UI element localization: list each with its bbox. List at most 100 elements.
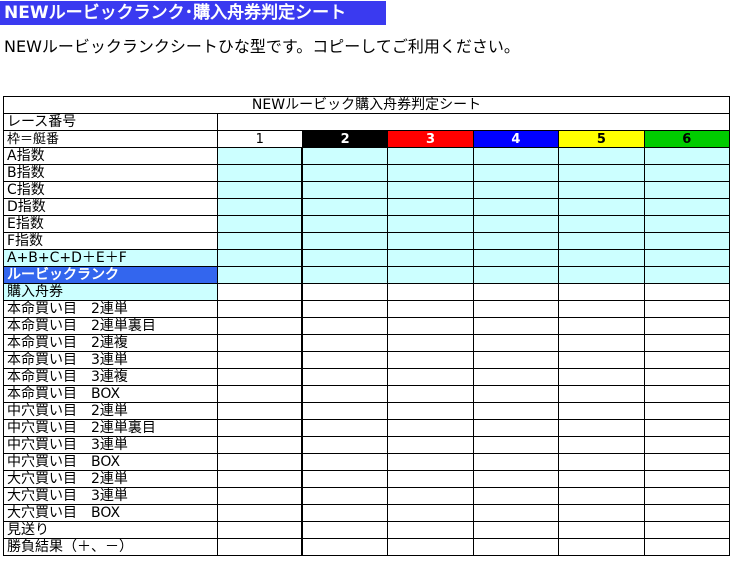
data-cell[interactable]	[643, 283, 730, 301]
data-cell[interactable]	[301, 300, 389, 318]
data-cell[interactable]	[472, 300, 560, 318]
data-cell[interactable]	[643, 470, 730, 488]
data-cell[interactable]	[472, 198, 560, 216]
data-cell[interactable]	[643, 453, 730, 471]
data-cell[interactable]	[643, 266, 730, 284]
data-cell[interactable]	[558, 181, 645, 199]
data-cell[interactable]	[387, 521, 474, 539]
data-cell[interactable]	[301, 334, 389, 352]
data-cell[interactable]	[216, 266, 304, 284]
data-cell[interactable]	[643, 164, 730, 182]
data-cell[interactable]	[558, 453, 645, 471]
data-cell[interactable]	[301, 164, 389, 182]
data-cell[interactable]	[472, 249, 560, 267]
data-cell[interactable]	[301, 419, 389, 437]
data-cell[interactable]	[387, 351, 474, 369]
data-cell[interactable]	[387, 198, 474, 216]
data-cell[interactable]	[472, 147, 560, 165]
data-cell[interactable]	[301, 453, 389, 471]
data-cell[interactable]	[301, 385, 389, 403]
data-cell[interactable]	[643, 147, 730, 165]
data-cell[interactable]	[216, 538, 304, 556]
data-cell[interactable]	[643, 334, 730, 352]
data-cell[interactable]	[301, 436, 389, 454]
data-cell[interactable]	[558, 198, 645, 216]
data-cell[interactable]	[301, 232, 389, 250]
data-cell[interactable]	[558, 385, 645, 403]
data-cell[interactable]	[558, 504, 645, 522]
data-cell[interactable]	[472, 487, 560, 505]
data-cell[interactable]	[301, 487, 389, 505]
data-cell[interactable]	[472, 402, 560, 420]
data-cell[interactable]	[216, 317, 304, 335]
data-cell[interactable]	[216, 147, 304, 165]
data-cell[interactable]	[558, 487, 645, 505]
data-cell[interactable]	[472, 351, 560, 369]
data-cell[interactable]	[216, 215, 304, 233]
data-cell[interactable]	[558, 317, 645, 335]
data-cell[interactable]	[387, 181, 474, 199]
data-cell[interactable]	[643, 232, 730, 250]
data-cell[interactable]	[387, 453, 474, 471]
data-cell[interactable]	[643, 504, 730, 522]
data-cell[interactable]	[301, 504, 389, 522]
data-cell[interactable]	[558, 436, 645, 454]
data-cell[interactable]	[216, 385, 304, 403]
data-cell[interactable]	[387, 283, 474, 301]
data-cell[interactable]	[558, 249, 645, 267]
data-cell[interactable]	[216, 181, 304, 199]
data-cell[interactable]	[216, 351, 304, 369]
data-cell[interactable]	[472, 215, 560, 233]
data-cell[interactable]	[387, 436, 474, 454]
data-cell[interactable]	[301, 249, 389, 267]
data-cell[interactable]	[387, 317, 474, 335]
data-cell[interactable]	[558, 147, 645, 165]
data-cell[interactable]	[472, 283, 560, 301]
data-cell[interactable]	[472, 334, 560, 352]
data-cell[interactable]	[216, 164, 304, 182]
data-cell[interactable]	[387, 300, 474, 318]
data-cell[interactable]	[643, 181, 730, 199]
data-cell[interactable]	[216, 198, 304, 216]
data-cell[interactable]	[558, 521, 645, 539]
data-cell[interactable]	[216, 470, 304, 488]
data-cell[interactable]	[387, 419, 474, 437]
data-cell[interactable]	[643, 215, 730, 233]
data-cell[interactable]	[643, 249, 730, 267]
data-cell[interactable]	[387, 249, 474, 267]
data-cell[interactable]	[387, 215, 474, 233]
data-cell[interactable]	[472, 419, 560, 437]
data-cell[interactable]	[643, 317, 730, 335]
data-cell[interactable]	[216, 402, 304, 420]
data-cell[interactable]	[558, 538, 645, 556]
data-cell[interactable]	[472, 470, 560, 488]
data-cell[interactable]	[472, 317, 560, 335]
data-cell[interactable]	[216, 232, 304, 250]
data-cell[interactable]	[216, 453, 304, 471]
data-cell[interactable]	[472, 181, 560, 199]
data-cell[interactable]	[558, 419, 645, 437]
data-cell[interactable]	[216, 436, 304, 454]
data-cell[interactable]	[387, 164, 474, 182]
data-cell[interactable]	[472, 521, 560, 539]
data-cell[interactable]	[301, 521, 389, 539]
data-cell[interactable]	[301, 402, 389, 420]
data-cell[interactable]	[301, 266, 389, 284]
data-cell[interactable]	[472, 385, 560, 403]
data-cell[interactable]	[472, 453, 560, 471]
data-cell[interactable]	[216, 504, 304, 522]
data-cell[interactable]	[558, 215, 645, 233]
data-cell[interactable]	[643, 487, 730, 505]
data-cell[interactable]	[643, 538, 730, 556]
data-cell[interactable]	[558, 351, 645, 369]
data-cell[interactable]	[301, 215, 389, 233]
data-cell[interactable]	[216, 487, 304, 505]
data-cell[interactable]	[643, 385, 730, 403]
data-cell[interactable]	[643, 368, 730, 386]
data-cell[interactable]	[216, 419, 304, 437]
data-cell[interactable]	[387, 232, 474, 250]
data-cell[interactable]	[643, 351, 730, 369]
data-cell[interactable]	[301, 368, 389, 386]
data-cell[interactable]	[558, 300, 645, 318]
data-cell[interactable]	[472, 436, 560, 454]
